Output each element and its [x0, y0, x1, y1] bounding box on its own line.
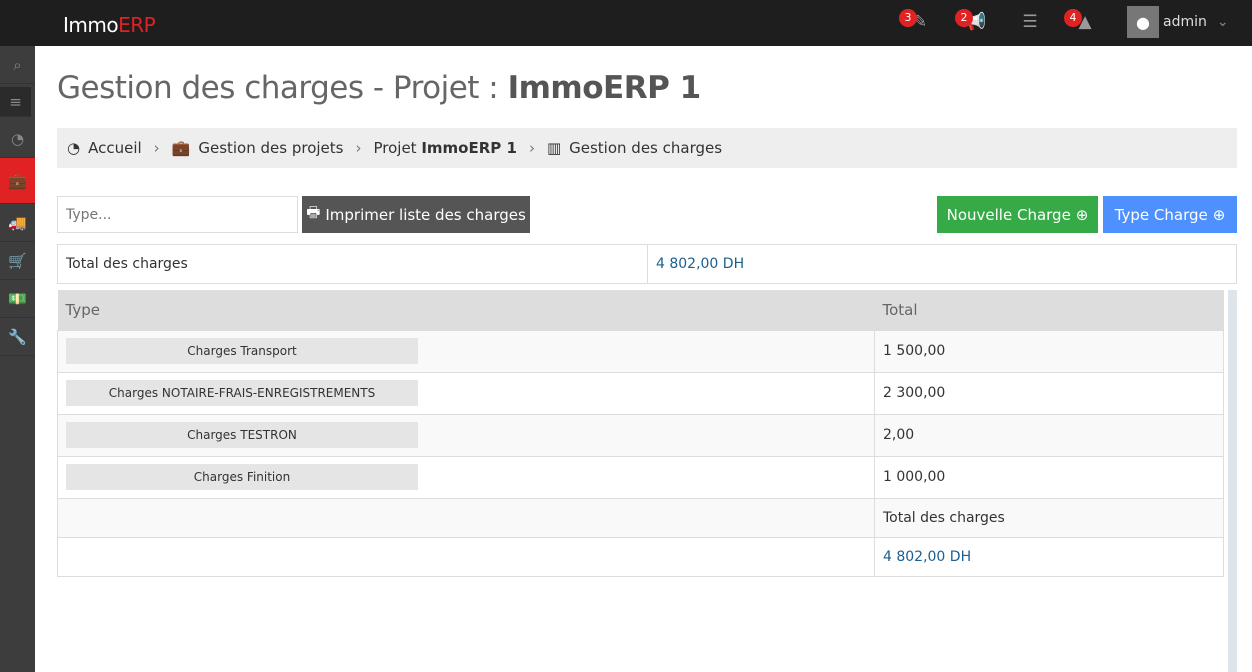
total-value: 4 802,00 DH	[656, 256, 745, 272]
top-bar: ImmoERP ✎ 3 📢 2 ☰ ▲ 4 ● admin ⌄	[0, 0, 1252, 46]
print-icon: 🖶	[306, 203, 321, 221]
breadcrumb-project[interactable]: Projet ImmoERP 1	[373, 139, 516, 157]
username: admin	[1163, 14, 1207, 30]
type-button[interactable]: Charges NOTAIRE-FRAIS-ENREGISTREMENTS	[66, 380, 418, 406]
wrench-icon[interactable]: 🔧	[0, 318, 35, 356]
breadcrumb-projects[interactable]: Gestion des projets	[198, 139, 343, 157]
page-title: Gestion des charges - Projet : ImmoERP 1	[57, 70, 701, 106]
dashboard-icon[interactable]: ◔	[0, 120, 35, 158]
chevron-down-icon: ⌄	[1216, 14, 1229, 30]
menu-toggle-icon[interactable]: ≡	[0, 87, 31, 117]
table-row: Charges Transport 1 500,00	[57, 329, 1224, 373]
plus-circle-icon: ⊕	[1075, 205, 1089, 224]
cart-icon[interactable]: 🛒	[0, 242, 35, 280]
row-total: 2,00	[874, 413, 1224, 457]
warning-icon[interactable]: ▲ 4	[1064, 9, 1097, 34]
type-charge-button[interactable]: Type Charge ⊕	[1103, 196, 1237, 233]
tasks-icon[interactable]: ✎ 3	[899, 9, 932, 34]
footer-row: Total des charges	[57, 497, 1224, 538]
row-total: 2 300,00	[874, 371, 1224, 415]
avatar: ●	[1127, 6, 1159, 38]
print-button[interactable]: 🖶 Imprimer liste des charges	[302, 196, 530, 233]
tasks-badge: 3	[899, 9, 917, 27]
footer-label: Total des charges	[874, 497, 1224, 538]
type-button[interactable]: Charges Finition	[66, 464, 418, 490]
footer-value: 4 802,00 DH	[874, 536, 1224, 577]
header-total: Total	[874, 290, 1224, 330]
row-total: 1 000,00	[874, 455, 1224, 499]
breadcrumb: ◔ Accueil › 💼 Gestion des projets › Projet I…	[57, 128, 1237, 168]
chart-icon: ▥	[546, 139, 562, 157]
alerts-badge: 4	[1064, 9, 1082, 27]
table-row: Charges NOTAIRE-FRAIS-ENREGISTREMENTS 2 3…	[57, 371, 1224, 415]
type-button[interactable]: Charges Transport	[66, 338, 418, 364]
new-charge-button[interactable]: Nouvelle Charge ⊕	[937, 196, 1098, 233]
header-type: Type	[57, 290, 875, 330]
server-icon[interactable]: ☰	[1018, 12, 1042, 34]
user-menu[interactable]: ● admin ⌄	[1127, 6, 1229, 38]
search-input[interactable]	[57, 196, 298, 233]
sidebar: ⌕ ≡ ◔ 💼 🚚 🛒 💵 🔧	[0, 46, 35, 672]
briefcase-icon[interactable]: 💼	[0, 158, 35, 204]
breadcrumb-home[interactable]: Accueil	[88, 139, 142, 157]
money-icon[interactable]: 💵	[0, 280, 35, 318]
truck-icon[interactable]: 🚚	[0, 204, 35, 242]
footer-row: 4 802,00 DH	[57, 536, 1224, 577]
briefcase-icon: 💼	[171, 139, 191, 157]
charges-table: Type Total Charges Transport 1 500,00 Char…	[57, 290, 1224, 577]
scrollbar[interactable]	[1228, 290, 1237, 672]
logo[interactable]: ImmoERP	[63, 13, 156, 37]
breadcrumb-current[interactable]: Gestion des charges	[569, 139, 722, 157]
search-icon[interactable]: ⌕	[0, 46, 35, 84]
total-summary: Total des charges 4 802,00 DH	[57, 244, 1237, 284]
type-button[interactable]: Charges TESTRON	[66, 422, 418, 448]
total-label: Total des charges	[58, 245, 648, 283]
megaphone-icon[interactable]: 📢 2	[955, 9, 988, 34]
announce-badge: 2	[955, 9, 973, 27]
row-total: 1 500,00	[874, 329, 1224, 373]
dashboard-icon: ◔	[67, 139, 81, 157]
plus-circle-icon: ⊕	[1212, 205, 1226, 224]
table-row: Charges TESTRON 2,00	[57, 413, 1224, 457]
table-row: Charges Finition 1 000,00	[57, 455, 1224, 499]
